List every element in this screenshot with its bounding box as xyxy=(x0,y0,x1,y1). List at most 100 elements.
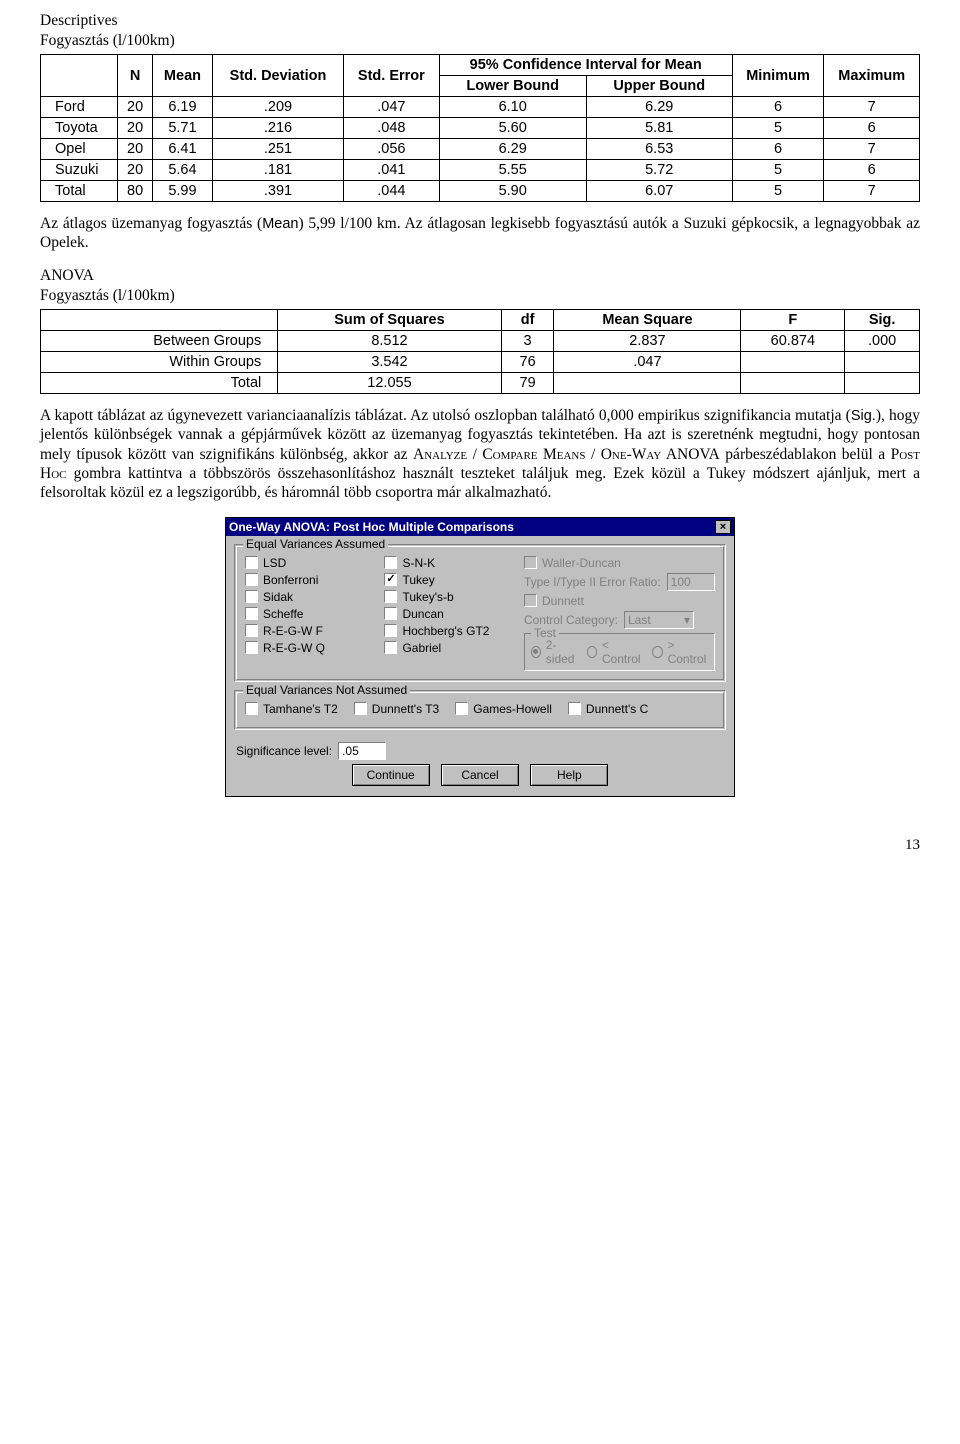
descriptives-table: N Mean Std. Deviation Std. Error 95% Con… xyxy=(40,54,920,202)
col-ss: Sum of Squares xyxy=(278,309,501,330)
label: 2-sided xyxy=(546,638,577,666)
checkbox-icon xyxy=(354,702,367,715)
checkbox-icon xyxy=(245,556,258,569)
checkbox-icon xyxy=(568,702,581,715)
check-duncan[interactable]: Duncan xyxy=(384,607,509,621)
label: > Control xyxy=(668,638,708,666)
check-scheffe[interactable]: Scheffe xyxy=(245,607,370,621)
label: Duncan xyxy=(402,607,443,621)
sig-label: Significance level: xyxy=(236,744,332,758)
check-s-n-k[interactable]: S-N-K xyxy=(384,556,509,570)
label: Scheffe xyxy=(263,607,303,621)
group-eva: Equal Variances Assumed LSDBonferroniSid… xyxy=(234,544,726,682)
label: < Control xyxy=(602,638,642,666)
ratio-field: 100 xyxy=(667,573,715,591)
check-bonferroni[interactable]: Bonferroni xyxy=(245,573,370,587)
label: Dunnett xyxy=(542,594,584,608)
radio-2sided: 2-sided xyxy=(531,638,577,666)
continue-button[interactable]: Continue xyxy=(352,764,430,786)
label: Tukey's-b xyxy=(402,590,453,604)
check-sidak[interactable]: Sidak xyxy=(245,590,370,604)
col-ub: Upper Bound xyxy=(586,76,732,97)
group-evna-title: Equal Variances Not Assumed xyxy=(243,683,410,697)
chevron-down-icon: ▾ xyxy=(684,613,690,627)
table-row: Suzuki205.64.181.0415.555.7256 xyxy=(41,160,920,181)
checkbox-icon xyxy=(384,624,397,637)
checkbox-icon xyxy=(455,702,468,715)
col-sig: Sig. xyxy=(845,309,920,330)
group-evna: Equal Variances Not Assumed Tamhane's T2… xyxy=(234,690,726,730)
check-dunnett[interactable]: Dunnett xyxy=(524,594,715,608)
col-f: F xyxy=(741,309,845,330)
text: gombra kattintva a többszörös összehason… xyxy=(40,465,920,501)
col-sd: Std. Deviation xyxy=(212,55,343,97)
cc-value: Last xyxy=(628,613,651,627)
checkbox-icon xyxy=(245,590,258,603)
ratio-label: Type I/Type II Error Ratio: xyxy=(524,575,661,589)
check-dunnett-s-t3[interactable]: Dunnett's T3 xyxy=(354,702,439,716)
col-se: Std. Error xyxy=(344,55,440,97)
check-waller-duncan[interactable]: Waller-Duncan xyxy=(524,556,715,570)
checkbox-icon xyxy=(384,590,397,603)
dialog-titlebar[interactable]: One-Way ANOVA: Post Hoc Multiple Compari… xyxy=(226,518,734,536)
label: Tukey xyxy=(402,573,434,587)
check-r-e-g-w-f[interactable]: R-E-G-W F xyxy=(245,624,370,638)
check-tamhane-s-t2[interactable]: Tamhane's T2 xyxy=(245,702,338,716)
group-test-title: Test xyxy=(531,626,559,640)
label: Dunnett's C xyxy=(586,702,648,716)
checkbox-icon xyxy=(384,607,397,620)
text: Sig. xyxy=(851,408,876,424)
check-r-e-g-w-q[interactable]: R-E-G-W Q xyxy=(245,641,370,655)
label: Hochberg's GT2 xyxy=(402,624,489,638)
cc-combo: Last ▾ xyxy=(624,611,694,629)
check-tukey[interactable]: ✓ Tukey xyxy=(384,573,509,587)
col-mean: Mean xyxy=(153,55,213,97)
checkbox-icon xyxy=(384,556,397,569)
cancel-button[interactable]: Cancel xyxy=(441,764,519,786)
col-lb: Lower Bound xyxy=(439,76,586,97)
label: Waller-Duncan xyxy=(542,556,621,570)
label: S-N-K xyxy=(402,556,435,570)
table-row: Total805.99.391.0445.906.0757 xyxy=(41,181,920,202)
table-row: Toyota205.71.216.0485.605.8156 xyxy=(41,118,920,139)
label: Bonferroni xyxy=(263,573,318,587)
check-gabriel[interactable]: Gabriel xyxy=(384,641,509,655)
text: Mean xyxy=(262,216,298,232)
table-row: Ford206.19.209.0476.106.2967 xyxy=(41,97,920,118)
radio-lt-control: < Control xyxy=(587,638,643,666)
text: Analyze / Compare Means / One-Way ANOVA xyxy=(413,446,720,463)
check-dunnett-s-c[interactable]: Dunnett's C xyxy=(568,702,648,716)
sig-field[interactable]: .05 xyxy=(338,742,386,760)
col-max: Maximum xyxy=(824,55,920,97)
col-n: N xyxy=(118,55,153,97)
label: R-E-G-W Q xyxy=(263,641,325,655)
text: párbeszédablakon belül a xyxy=(720,446,891,463)
check-games-howell[interactable]: Games-Howell xyxy=(455,702,552,716)
table-row: Opel206.41.251.0566.296.5367 xyxy=(41,139,920,160)
col-df: df xyxy=(501,309,554,330)
label: Games-Howell xyxy=(473,702,552,716)
anova-title: ANOVA xyxy=(40,267,920,285)
dialog-title: One-Way ANOVA: Post Hoc Multiple Compari… xyxy=(229,520,514,534)
help-button[interactable]: Help xyxy=(530,764,608,786)
checkbox-icon xyxy=(384,641,397,654)
label: LSD xyxy=(263,556,286,570)
group-eva-title: Equal Variances Assumed xyxy=(243,537,388,551)
label: Dunnett's T3 xyxy=(372,702,439,716)
check-hochberg-s-gt2[interactable]: Hochberg's GT2 xyxy=(384,624,509,638)
check-lsd[interactable]: LSD xyxy=(245,556,370,570)
checkbox-icon: ✓ xyxy=(384,573,397,586)
text: A kapott táblázat az úgynevezett varianc… xyxy=(40,407,851,424)
checkbox-icon xyxy=(245,702,258,715)
page-number: 13 xyxy=(40,837,920,854)
checkbox-icon xyxy=(245,624,258,637)
radio-gt-control: > Control xyxy=(652,638,708,666)
anova-subtitle: Fogyasztás (l/100km) xyxy=(40,287,920,305)
col-min: Minimum xyxy=(732,55,824,97)
close-icon[interactable]: × xyxy=(715,520,731,534)
col-ci: 95% Confidence Interval for Mean xyxy=(439,55,732,76)
descriptives-subtitle: Fogyasztás (l/100km) xyxy=(40,32,920,50)
label: Sidak xyxy=(263,590,293,604)
label: R-E-G-W F xyxy=(263,624,323,638)
check-tukey-s-b[interactable]: Tukey's-b xyxy=(384,590,509,604)
